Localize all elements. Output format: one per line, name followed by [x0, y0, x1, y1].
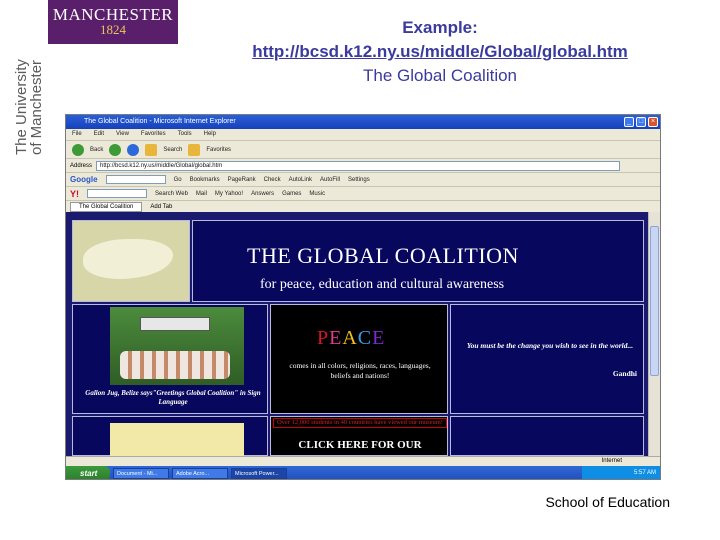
peace-letter-p: P — [317, 327, 330, 349]
yahoo-search-input[interactable] — [87, 189, 147, 198]
task-powerpoint[interactable]: Microsoft Power... — [231, 468, 287, 479]
quote-author: Gandhi — [612, 369, 637, 378]
yahoo-mail[interactable]: Mail — [196, 191, 207, 197]
slide-heading: Example: http://bcsd.k12.ny.us/middle/Gl… — [210, 16, 670, 88]
menu-help[interactable]: Help — [204, 129, 216, 140]
start-button[interactable]: start — [66, 466, 110, 479]
task-document[interactable]: Document - Mi... — [113, 468, 169, 479]
scrollbar-thumb[interactable] — [650, 226, 659, 376]
tab-global-coalition[interactable]: The Global Coalition — [70, 201, 143, 212]
site-banner: THE GLOBAL COALITION for peace, educatio… — [192, 220, 644, 302]
window-title: The Global Coalition - Microsoft Interne… — [84, 118, 236, 125]
yahoo-search-web[interactable]: Search Web — [155, 191, 188, 197]
peace-letter-a: A — [342, 327, 358, 349]
google-check[interactable]: Check — [264, 177, 281, 183]
yahoo-toolbar: Y! Search Web Mail My Yahoo! Answers Gam… — [66, 186, 660, 200]
site-subtitle: for peace, education and cultural awaren… — [260, 277, 505, 292]
google-bookmarks[interactable]: Bookmarks — [190, 177, 220, 183]
blank-cell — [450, 416, 644, 456]
search-label[interactable]: Search — [163, 147, 182, 153]
google-settings[interactable]: Settings — [348, 177, 370, 183]
vertical-line-2: of Manchester — [28, 59, 45, 155]
browser-screenshot: The Global Coalition - Microsoft Interne… — [65, 114, 661, 480]
home-icon[interactable] — [145, 143, 158, 156]
status-bar: Internet — [66, 456, 660, 466]
yahoo-logo: Y! — [70, 188, 79, 199]
peace-letter-e2: E — [372, 327, 386, 349]
heading-site-name: The Global Coalition — [362, 66, 518, 85]
quote-cell: You must be the change you wish to see i… — [450, 304, 644, 414]
google-logo: Google — [70, 175, 98, 184]
internet-zone: Internet — [601, 458, 622, 464]
windows-taskbar: start Document - Mi... Adobe Acro... Mic… — [66, 466, 660, 479]
heading-url-link[interactable]: http://bcsd.k12.ny.us/middle/Global/glob… — [210, 40, 670, 64]
click-cell: Over 12,000 students in 40 countries hav… — [270, 416, 448, 456]
dove-image — [83, 239, 173, 279]
address-input[interactable]: http://bcsd.k12.ny.us/middle/Global/glob… — [96, 160, 620, 171]
school-sign — [140, 317, 210, 331]
google-search-input[interactable] — [105, 175, 166, 184]
add-tab-button[interactable]: Add Tab — [150, 204, 172, 210]
menu-view[interactable]: View — [116, 129, 129, 140]
maximize-icon[interactable]: □ — [636, 117, 646, 127]
logo-year: 1824 — [100, 22, 126, 37]
menu-bar: File Edit View Favorites Tools Help — [66, 129, 660, 140]
students-viewed-note: Over 12,000 students in 40 countries hav… — [273, 418, 447, 428]
address-bar: Address http://bcsd.k12.ny.us/middle/Glo… — [66, 158, 660, 172]
logo-name: MANCHESTER — [52, 5, 174, 24]
dove-artwork — [72, 220, 190, 302]
refresh-icon[interactable] — [127, 143, 140, 156]
site-title: THE GLOBAL COALITION — [247, 243, 519, 268]
menu-favorites[interactable]: Favorites — [141, 129, 166, 140]
yahoo-answers[interactable]: Answers — [251, 191, 274, 197]
click-here-link[interactable]: CLICK HERE FOR OUR — [283, 439, 437, 451]
art-cell — [72, 416, 268, 457]
heading-example: Example: — [402, 18, 478, 37]
browser-toolbar: Back Search Favorites — [66, 140, 660, 158]
favorites-label[interactable]: Favorites — [206, 147, 231, 153]
menu-tools[interactable]: Tools — [178, 129, 192, 140]
address-label: Address — [70, 162, 93, 169]
close-icon[interactable]: × — [648, 117, 658, 127]
university-vertical-name: The University of Manchester — [13, 0, 48, 155]
google-pagerank[interactable]: PageRank — [228, 177, 256, 183]
yahoo-games[interactable]: Games — [282, 191, 301, 197]
google-autofill[interactable]: AutoFill — [320, 177, 340, 183]
vertical-line-1: The University — [13, 59, 30, 155]
web-page-content: THE GLOBAL COALITION for peace, educatio… — [66, 212, 650, 457]
peace-letter-c: C — [357, 327, 373, 349]
back-icon[interactable] — [72, 143, 84, 156]
peace-letter-e: E — [329, 327, 343, 349]
vertical-scrollbar[interactable] — [648, 212, 660, 456]
gandhi-quote: You must be the change you wish to see i… — [466, 341, 634, 350]
back-label[interactable]: Back — [90, 147, 103, 153]
students-group — [120, 351, 230, 379]
peace-word: PEACE — [317, 327, 385, 350]
minimize-icon[interactable]: _ — [624, 117, 634, 127]
photo-caption: Gallon Jug, Belize says"Greetings Global… — [85, 389, 261, 406]
footer-school: School of Education — [545, 494, 670, 510]
photo-cell: Gallon Jug, Belize says"Greetings Global… — [72, 304, 268, 414]
peace-cell: PEACE comes in all colors, religions, ra… — [270, 304, 448, 414]
task-adobe[interactable]: Adobe Acro... — [172, 468, 228, 479]
peace-subtext: comes in all colors, religions, races, l… — [289, 361, 431, 380]
tab-bar: The Global Coalition Add Tab — [66, 200, 660, 212]
google-toolbar: Google Go Bookmarks PageRank Check AutoL… — [66, 172, 660, 186]
system-tray-clock: 5:57 AM — [582, 466, 660, 479]
yahoo-music[interactable]: Music — [309, 191, 325, 197]
menu-file[interactable]: File — [72, 129, 82, 140]
google-autolink[interactable]: AutoLink — [289, 177, 312, 183]
university-logo: MANCHESTER 1824 — [48, 0, 178, 44]
yahoo-my-yahoo[interactable]: My Yahoo! — [215, 191, 243, 197]
menu-edit[interactable]: Edit — [94, 129, 104, 140]
student-artwork[interactable] — [110, 423, 244, 457]
favorites-star-icon[interactable] — [188, 143, 201, 156]
window-titlebar: The Global Coalition - Microsoft Interne… — [66, 115, 660, 129]
forward-icon[interactable] — [109, 143, 122, 156]
students-photo[interactable] — [110, 307, 244, 385]
google-go[interactable]: Go — [174, 177, 182, 183]
